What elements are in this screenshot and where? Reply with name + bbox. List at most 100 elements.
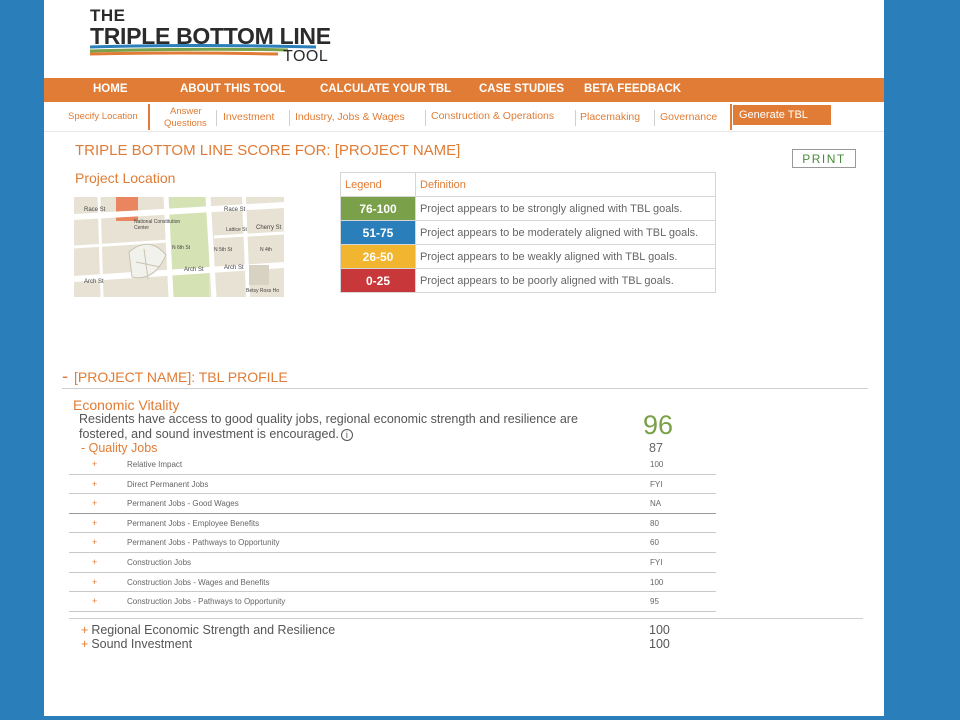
- nav-calculate[interactable]: CALCULATE YOUR TBL: [320, 83, 451, 95]
- section-toggle-regional[interactable]: + Regional Economic Strength and Resilien…: [81, 623, 335, 637]
- step-governance[interactable]: Governance: [660, 111, 717, 123]
- metric-row[interactable]: + Construction Jobs - Wages and Benefits 1…: [69, 573, 716, 593]
- legend-header-legend: Legend: [340, 172, 416, 197]
- expand-icon[interactable]: +: [92, 518, 97, 528]
- project-location-map[interactable]: Race St Race St Cherry St Arch St Arch S…: [74, 197, 284, 297]
- score-legend-table: Legend Definition 76-100 Project appears…: [340, 172, 716, 293]
- map-label: Lattice St: [226, 227, 247, 233]
- step-separator: [216, 110, 217, 126]
- step-answer-questions-line2[interactable]: Questions: [164, 118, 207, 129]
- step-specify-location[interactable]: Specify Location: [68, 111, 138, 122]
- metric-row[interactable]: + Relative Impact 100: [69, 455, 716, 475]
- collapse-toggle[interactable]: -: [62, 366, 68, 386]
- legend-range-badge: 51-75: [340, 220, 416, 245]
- nav-beta-feedback[interactable]: BETA FEEDBACK: [584, 83, 681, 95]
- metric-label: Permanent Jobs - Employee Benefits: [127, 518, 260, 528]
- project-location-heading: Project Location: [75, 170, 176, 186]
- map-label: N 5th St: [214, 247, 233, 253]
- metric-label: Relative Impact: [127, 460, 183, 469]
- page-panel: THE TRIPLE BOTTOM LINE TOOL HOME ABOUT T…: [44, 0, 884, 716]
- map-label: Betsy Ross Ho: [246, 288, 280, 294]
- map-label: Race St: [224, 207, 246, 213]
- metric-label: Construction Jobs - Pathways to Opportun…: [127, 597, 286, 607]
- legend-row: 26-50 Project appears to be weakly align…: [340, 244, 716, 269]
- legend-definition: Project appears to be poorly aligned wit…: [415, 268, 716, 293]
- legend-definition: Project appears to be strongly aligned w…: [415, 196, 716, 221]
- legend-range-badge: 26-50: [340, 244, 416, 269]
- step-construction-operations[interactable]: Construction & Operations: [431, 110, 554, 122]
- step-investment[interactable]: Investment: [223, 111, 274, 123]
- quality-jobs-list: + Relative Impact 100 + Direct Permanent Jo…: [69, 455, 716, 612]
- expand-icon[interactable]: +: [92, 479, 97, 489]
- section-score: 100: [649, 637, 670, 651]
- step-placemaking[interactable]: Placemaking: [580, 111, 640, 123]
- tbl-logo[interactable]: THE TRIPLE BOTTOM LINE TOOL: [88, 6, 348, 68]
- map-label: N 6th St: [172, 245, 191, 251]
- metric-value: 100: [650, 577, 664, 587]
- metric-label: Construction Jobs - Wages and Benefits: [127, 577, 270, 587]
- metric-row[interactable]: + Permanent Jobs - Good Wages NA: [69, 494, 716, 514]
- page-title: TRIPLE BOTTOM LINE SCORE FOR: [PROJECT N…: [75, 142, 461, 159]
- metric-label: Direct Permanent Jobs: [127, 479, 209, 489]
- legend-row: 51-75 Project appears to be moderately a…: [340, 220, 716, 245]
- legend-range-badge: 76-100: [340, 196, 416, 221]
- economic-vitality-description: Residents have access to good quality jo…: [79, 412, 589, 442]
- metric-value: 95: [650, 597, 659, 607]
- divider: [62, 388, 868, 389]
- map-label: Arch St: [224, 265, 244, 271]
- section-label: Regional Economic Strength and Resilienc…: [91, 623, 336, 637]
- step-separator: [575, 110, 576, 126]
- profile-heading[interactable]: - [PROJECT NAME]: TBL PROFILE: [62, 366, 288, 387]
- step-industry-jobs-wages[interactable]: Industry, Jobs & Wages: [295, 111, 405, 123]
- legend-row: 76-100 Project appears to be strongly al…: [340, 196, 716, 221]
- economic-vitality-heading: Economic Vitality: [73, 397, 180, 413]
- legend-definition: Project appears to be moderately aligned…: [415, 220, 716, 245]
- expand-icon[interactable]: +: [92, 498, 97, 508]
- expand-icon[interactable]: +: [92, 537, 97, 547]
- step-answer-questions-line1[interactable]: Answer: [170, 106, 202, 117]
- metric-value: NA: [650, 499, 662, 509]
- step-separator: [654, 110, 655, 126]
- nav-about[interactable]: ABOUT THIS TOOL: [180, 83, 285, 95]
- section-toggle-sound-investment[interactable]: + Sound Investment: [81, 637, 192, 651]
- metric-row[interactable]: + Permanent Jobs - Pathways to Opportunit…: [69, 533, 716, 553]
- section-label: Sound Investment: [91, 637, 193, 651]
- metric-value: FYI: [650, 479, 663, 489]
- metric-row[interactable]: + Direct Permanent Jobs FYI: [69, 475, 716, 495]
- economic-vitality-score: 96: [643, 410, 674, 440]
- quality-jobs-score: 87: [649, 441, 663, 455]
- metric-row[interactable]: + Construction Jobs FYI: [69, 553, 716, 573]
- map-label: Cherry St: [256, 225, 282, 231]
- map-label: N 4th: [260, 247, 272, 253]
- expand-icon[interactable]: +: [81, 637, 88, 651]
- generate-tbl-button[interactable]: Generate TBL: [733, 105, 831, 125]
- map-label: Arch St: [184, 267, 204, 273]
- metric-value: 100: [650, 460, 664, 469]
- metric-value: 80: [650, 518, 659, 528]
- expand-icon[interactable]: +: [92, 557, 97, 567]
- legend-row: 0-25 Project appears to be poorly aligne…: [340, 268, 716, 293]
- metric-label: Construction Jobs: [127, 557, 192, 567]
- logo-tool: TOOL: [283, 48, 329, 65]
- step-separator: [425, 110, 426, 126]
- divider: [69, 618, 863, 619]
- legend-definition: Project appears to be weakly aligned wit…: [415, 244, 716, 269]
- print-button[interactable]: PRINT: [792, 149, 856, 168]
- step-divider: [730, 104, 732, 130]
- expand-icon[interactable]: +: [92, 577, 97, 587]
- expand-icon[interactable]: +: [81, 623, 88, 637]
- nav-home[interactable]: HOME: [93, 83, 128, 95]
- nav-case-studies[interactable]: CASE STUDIES: [479, 83, 564, 95]
- expand-icon[interactable]: +: [92, 596, 97, 606]
- metric-value: FYI: [650, 557, 663, 567]
- info-icon[interactable]: i: [340, 429, 353, 441]
- step-separator: [289, 110, 290, 126]
- expand-icon[interactable]: +: [92, 459, 97, 469]
- section-score: 100: [649, 623, 670, 637]
- metric-row[interactable]: + Permanent Jobs - Employee Benefits 80: [69, 514, 716, 534]
- metric-row[interactable]: + Construction Jobs - Pathways to Opportu…: [69, 592, 716, 612]
- metric-value: 60: [650, 538, 659, 548]
- quality-jobs-toggle[interactable]: - Quality Jobs: [81, 441, 157, 455]
- step-divider: [148, 104, 150, 130]
- map-label: National Constitution Center: [134, 219, 181, 231]
